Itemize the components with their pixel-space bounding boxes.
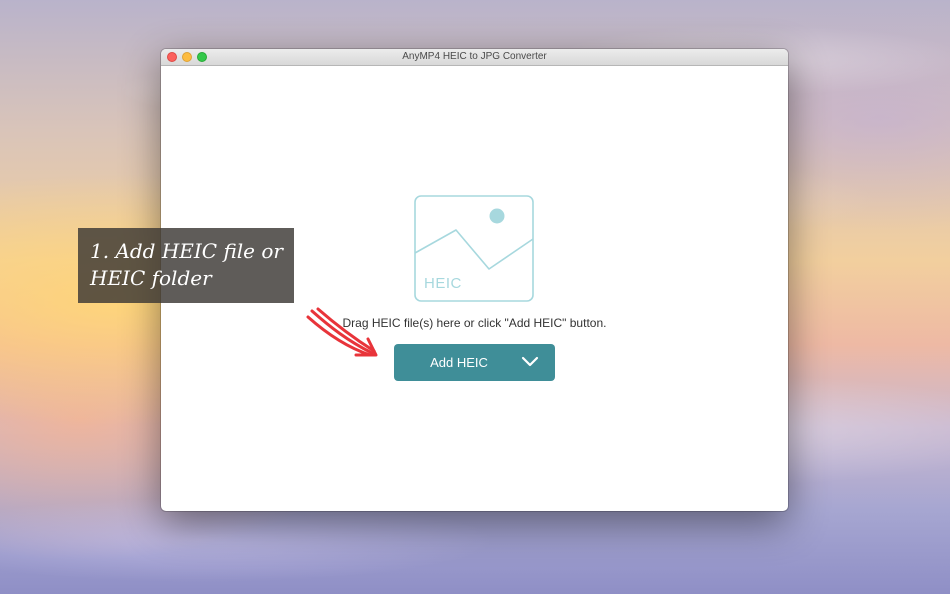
title-bar[interactable]: AnyMP4 HEIC to JPG Converter [161,49,788,66]
drop-hint-text: Drag HEIC file(s) here or click "Add HEI… [342,316,607,330]
heic-placeholder: HEIC [414,195,534,302]
heic-format-label: HEIC [424,275,462,292]
callout-line-1: 1. Add HEIC file or [90,239,283,263]
callout-line-2: HEIC folder [90,266,212,290]
add-heic-label: Add HEIC [430,355,488,370]
chevron-down-icon[interactable] [521,355,539,369]
step-callout: 1. Add HEIC file or HEIC folder [78,228,294,303]
window-title: AnyMP4 HEIC to JPG Converter [402,51,547,62]
pointer-arrow-icon [306,307,378,357]
add-heic-button[interactable]: Add HEIC [394,344,555,381]
